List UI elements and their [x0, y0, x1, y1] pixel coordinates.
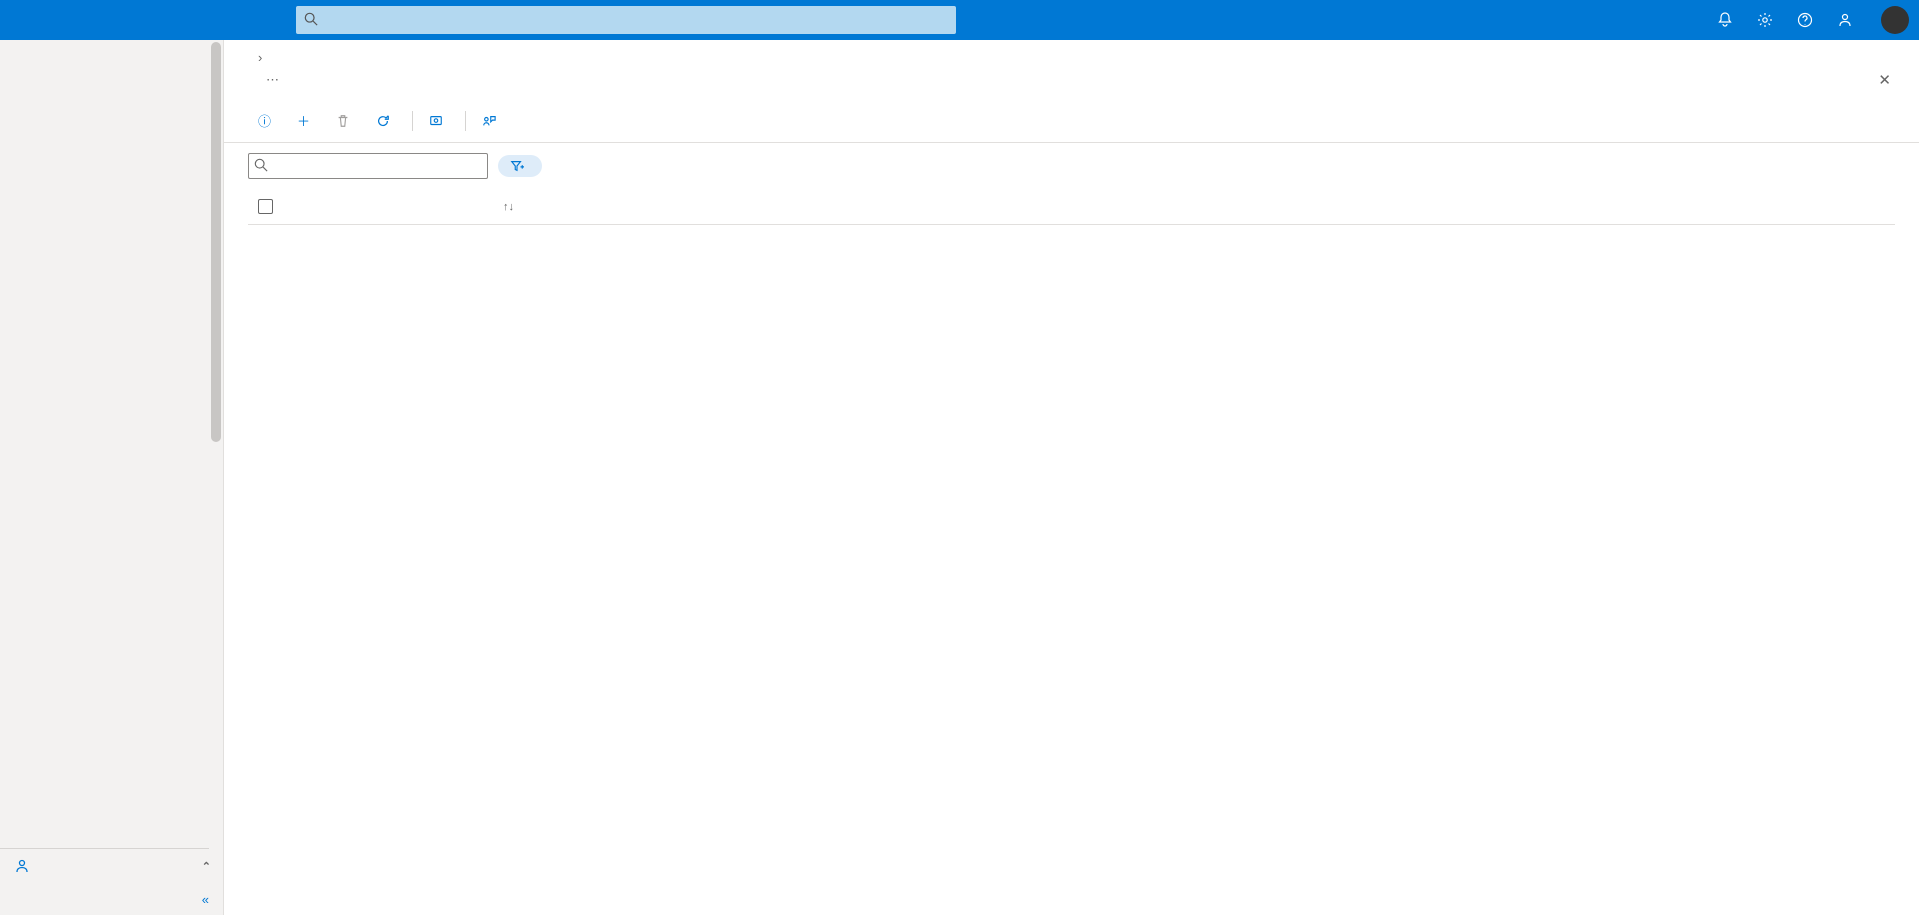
grid-header: ↑↓	[248, 189, 1895, 225]
refresh-button[interactable]	[366, 108, 406, 134]
select-all-checkbox[interactable]	[258, 199, 273, 214]
top-bar	[0, 0, 1919, 40]
filter-search-wrap	[248, 153, 488, 179]
support-icon	[12, 858, 32, 874]
notifications-icon[interactable]	[1705, 0, 1745, 40]
search-icon	[254, 158, 268, 172]
more-actions-icon[interactable]: ⋯	[266, 72, 279, 88]
close-icon[interactable]: ✕	[1878, 71, 1891, 89]
divider	[412, 111, 413, 131]
sidebar-scrollbar[interactable]	[209, 40, 223, 915]
chevron-right-icon: ›	[258, 50, 262, 65]
trash-icon	[336, 114, 350, 128]
preview-icon	[429, 114, 443, 128]
filter-search-input[interactable]	[248, 153, 488, 179]
data-grid: ↑↓	[224, 189, 1919, 915]
main-content: › ⋯ ✕ ⓘ ＋ ↑↓	[224, 40, 1919, 915]
sort-icon: ↑↓	[503, 201, 514, 213]
plus-icon: ＋	[297, 111, 310, 130]
breadcrumb: ›	[224, 40, 1919, 71]
search-icon	[304, 12, 318, 26]
info-icon: ⓘ	[258, 111, 271, 130]
column-name[interactable]: ↑↓	[282, 201, 522, 213]
divider	[465, 111, 466, 131]
global-search-input[interactable]	[296, 6, 956, 34]
learn-more-button[interactable]: ⓘ	[248, 105, 287, 136]
sidebar-learn-support[interactable]: ⌃	[0, 849, 223, 883]
collapse-sidebar-button[interactable]: «	[0, 883, 223, 915]
feedback-button[interactable]	[472, 108, 512, 134]
person-feedback-icon	[482, 114, 496, 128]
filter-icon	[510, 159, 524, 173]
preview-features-button[interactable]	[419, 108, 459, 134]
refresh-icon	[376, 114, 390, 128]
sidebar: ⌃ «	[0, 40, 224, 915]
avatar[interactable]	[1881, 6, 1909, 34]
help-icon[interactable]	[1785, 0, 1825, 40]
settings-icon[interactable]	[1745, 0, 1785, 40]
add-button[interactable]: ＋	[287, 105, 326, 136]
add-filters-button[interactable]	[498, 155, 542, 177]
feedback-icon[interactable]	[1825, 0, 1865, 40]
command-bar: ⓘ ＋	[224, 99, 1919, 143]
delete-button	[326, 108, 366, 134]
top-icons	[1705, 0, 1919, 40]
global-search-wrap	[296, 6, 956, 34]
